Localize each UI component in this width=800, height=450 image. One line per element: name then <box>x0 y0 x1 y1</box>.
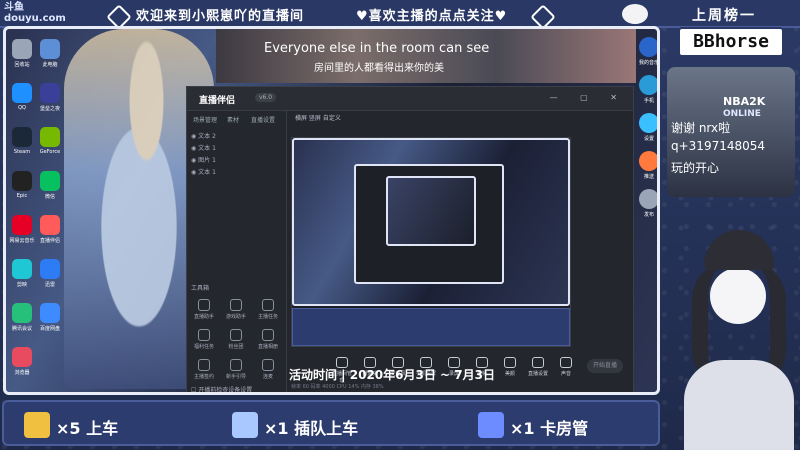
preview-mode-tabs[interactable]: 横屏 竖屏 自定义 <box>295 113 575 133</box>
desktop-icon[interactable] <box>40 303 60 323</box>
desktop-icon[interactable] <box>12 171 32 191</box>
anime-mascot-character <box>664 210 794 450</box>
desktop-icon-label: 微信 <box>44 194 55 200</box>
side-button[interactable]: 游戏助手 <box>225 299 247 325</box>
desktop-icon-label: 浏览器 <box>14 370 30 376</box>
check-device-checkbox[interactable]: ☐ 开播前检查设备设置 <box>191 385 283 392</box>
top-banner: 斗鱼 douyu.com 欢迎来到小熙崽吖的直播间 ♥喜欢主播的点点关注♥ 上周… <box>0 0 800 30</box>
side-button[interactable]: 连麦 <box>257 359 279 385</box>
app-title: 直播伴侣 <box>199 96 236 106</box>
welcome-text: 欢迎来到小熙崽吖的直播间 <box>136 9 305 24</box>
toolbox-header: 工具箱 <box>191 285 210 292</box>
side-button[interactable]: 直播相册 <box>257 329 279 355</box>
nested-preview-3 <box>386 176 476 246</box>
side-app-label: 我的音乐 <box>638 60 659 66</box>
desktop-icon[interactable] <box>12 127 32 147</box>
desktop-icon[interactable] <box>12 259 32 279</box>
side-app-icon[interactable] <box>639 189 657 209</box>
subtitle-chinese: 房间里的人都看得出来你的美 <box>314 63 444 74</box>
side-app-label: 推送 <box>643 174 654 180</box>
toolbar-button[interactable]: 美颜 <box>499 357 521 377</box>
toolbar-button[interactable]: 直播设置 <box>527 357 549 377</box>
desktop-icon[interactable] <box>12 303 32 323</box>
side-app-icon[interactable] <box>639 37 657 57</box>
promo-game: NBA2K <box>723 95 766 108</box>
live-companion-window: 直播伴侣 v6.0 — ▢ ✕ 场景管理 素材 直播设置 ◉ 文本 2 ◉ 文本… <box>186 86 634 392</box>
status-footer: 帧率 60 码率 4000 CPU 14% 内存 38% <box>291 384 384 390</box>
side-button[interactable]: 直播助手 <box>193 299 215 325</box>
stream-overlay: 斗鱼 douyu.com 欢迎来到小熙崽吖的直播间 ♥喜欢主播的点点关注♥ 上周… <box>0 0 800 450</box>
subtitle-english: Everyone else in the room can see <box>264 41 490 56</box>
desktop-icon-label: GeForce <box>39 149 61 155</box>
side-button[interactable]: 福利任务 <box>193 329 215 355</box>
desktop-icon[interactable] <box>40 127 60 147</box>
follow-text: ♥喜欢主播的点点关注♥ <box>356 9 508 24</box>
app-version-badge: v6.0 <box>255 93 277 102</box>
side-app-icon[interactable] <box>639 113 657 133</box>
side-app-label: 发布 <box>643 212 654 218</box>
promo-thanks: 谢谢 nrx啦 <box>671 121 731 135</box>
stream-frame: Everyone else in the room can see 房间里的人都… <box>3 26 660 395</box>
side-button[interactable]: 粉丝团 <box>225 329 247 355</box>
side-app-label: 设置 <box>643 136 654 142</box>
desktop-icon[interactable] <box>12 39 32 59</box>
scene-row[interactable]: ◉ 文本 1 <box>191 143 283 153</box>
side-app-icon[interactable] <box>639 75 657 95</box>
promo-qq: q+3197148054 <box>671 139 766 153</box>
desktop-icon[interactable] <box>40 171 60 191</box>
event-schedule: 活动时间 | 2020年6月3日 ~ 7月3日 <box>289 368 495 382</box>
side-app-icon[interactable] <box>639 151 657 171</box>
tab-scene[interactable]: 场景管理 <box>193 115 217 124</box>
scene-row[interactable]: ◉ 文本 2 <box>191 131 283 141</box>
scene-row[interactable]: ◉ 图片 1 <box>191 155 283 165</box>
side-button[interactable]: 主播任务 <box>257 299 279 325</box>
promo-message: 玩的开心 <box>671 161 720 175</box>
rocket-icon <box>478 412 504 438</box>
promo-panel: NBA2K ONLINE 谢谢 nrx啦 q+3197148054 玩的开心 <box>667 67 795 197</box>
gift-bar: ×5 上车 ×1 插队上车 ×1 卡房管 <box>2 400 660 446</box>
promo-sub: ONLINE <box>723 109 761 119</box>
desktop-icon-label: 迅雷 <box>44 282 55 288</box>
app-header: 直播伴侣 v6.0 — ▢ ✕ <box>187 87 633 111</box>
side-button[interactable]: 主播签约 <box>193 359 215 385</box>
nested-preview-2 <box>354 164 504 284</box>
desktop-icon[interactable] <box>12 347 32 367</box>
desktop-icon[interactable] <box>12 83 32 103</box>
window-controls[interactable]: — ▢ ✕ <box>550 93 627 102</box>
toolbar-button[interactable]: 声音 <box>555 357 577 377</box>
tab-live-settings[interactable]: 直播设置 <box>251 115 275 124</box>
app-sidebar: 场景管理 素材 直播设置 ◉ 文本 2 ◉ 文本 1 ◉ 图片 1 ◉ 文本 1… <box>187 111 287 392</box>
desktop-icon[interactable] <box>40 259 60 279</box>
scene-row[interactable]: ◉ 文本 1 <box>191 167 283 177</box>
rank-name-badge: BBhorse <box>678 27 784 57</box>
desktop-icon[interactable] <box>40 215 60 235</box>
desktop-icon-label: 百度网盘 <box>39 326 60 332</box>
douyu-logo: 斗鱼 douyu.com <box>4 2 66 24</box>
plane-icon <box>232 412 258 438</box>
desktop-icon-label: 此电脑 <box>42 62 58 68</box>
cast-image-strip <box>216 29 636 83</box>
ticket-icon <box>24 412 50 438</box>
rank-title: 上周榜一 <box>692 8 756 24</box>
nested-preview-1 <box>292 138 570 306</box>
start-live-button[interactable]: 开始直播 <box>587 359 623 373</box>
mascot-icon <box>622 4 648 24</box>
tab-material[interactable]: 素材 <box>227 115 239 124</box>
side-button[interactable]: 新手引导 <box>225 359 247 385</box>
desktop-icon[interactable] <box>12 215 32 235</box>
nested-gift-bar <box>292 308 570 346</box>
side-app-label: 手机 <box>643 98 654 104</box>
stream-preview <box>291 137 571 347</box>
desktop-icon-label: 堡垒之夜 <box>39 106 60 112</box>
desktop-icon-label: 直播伴侣 <box>39 238 60 244</box>
desktop-icon[interactable] <box>40 39 60 59</box>
desktop-icon[interactable] <box>40 83 60 103</box>
